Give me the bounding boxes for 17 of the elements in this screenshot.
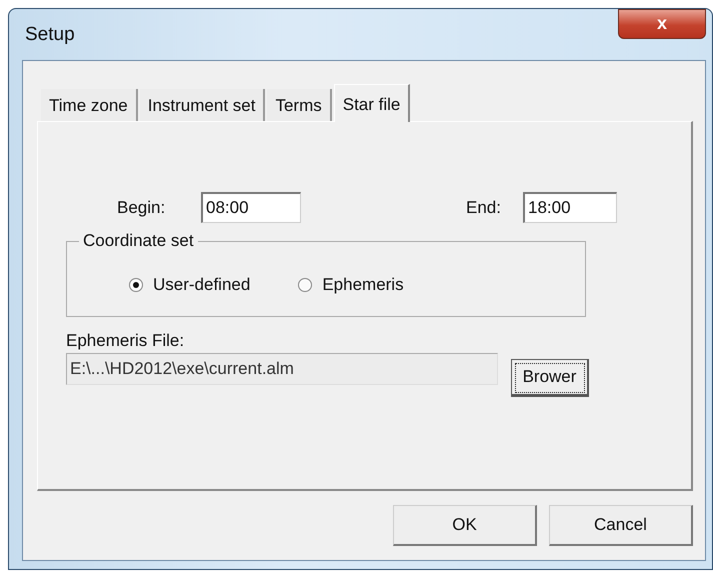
close-button[interactable]: x bbox=[618, 8, 706, 38]
tab[interactable]: Star file bbox=[334, 84, 410, 122]
begin-field[interactable]: 08:00 bbox=[201, 192, 301, 223]
file-label: Ephemeris File: bbox=[66, 331, 186, 351]
file-path-field[interactable]: E:\...\HD2012\exe\current.alm bbox=[66, 353, 498, 385]
tab[interactable]: Instrument set bbox=[140, 89, 266, 121]
radio-option[interactable]: User-defined bbox=[129, 275, 250, 295]
window-title: Setup bbox=[25, 24, 75, 46]
end-field[interactable]: 18:00 bbox=[523, 192, 617, 223]
tab[interactable]: Terms bbox=[267, 89, 332, 121]
dialog-button[interactable]: Cancel bbox=[549, 505, 693, 546]
tab[interactable]: Time zone bbox=[41, 89, 138, 121]
begin-label: Begin: bbox=[117, 198, 166, 218]
dialog-button[interactable]: OK bbox=[393, 505, 537, 546]
end-label: End: bbox=[466, 198, 502, 218]
browse-button[interactable]: Brower bbox=[511, 359, 589, 397]
radio-option[interactable]: Ephemeris bbox=[298, 275, 404, 295]
